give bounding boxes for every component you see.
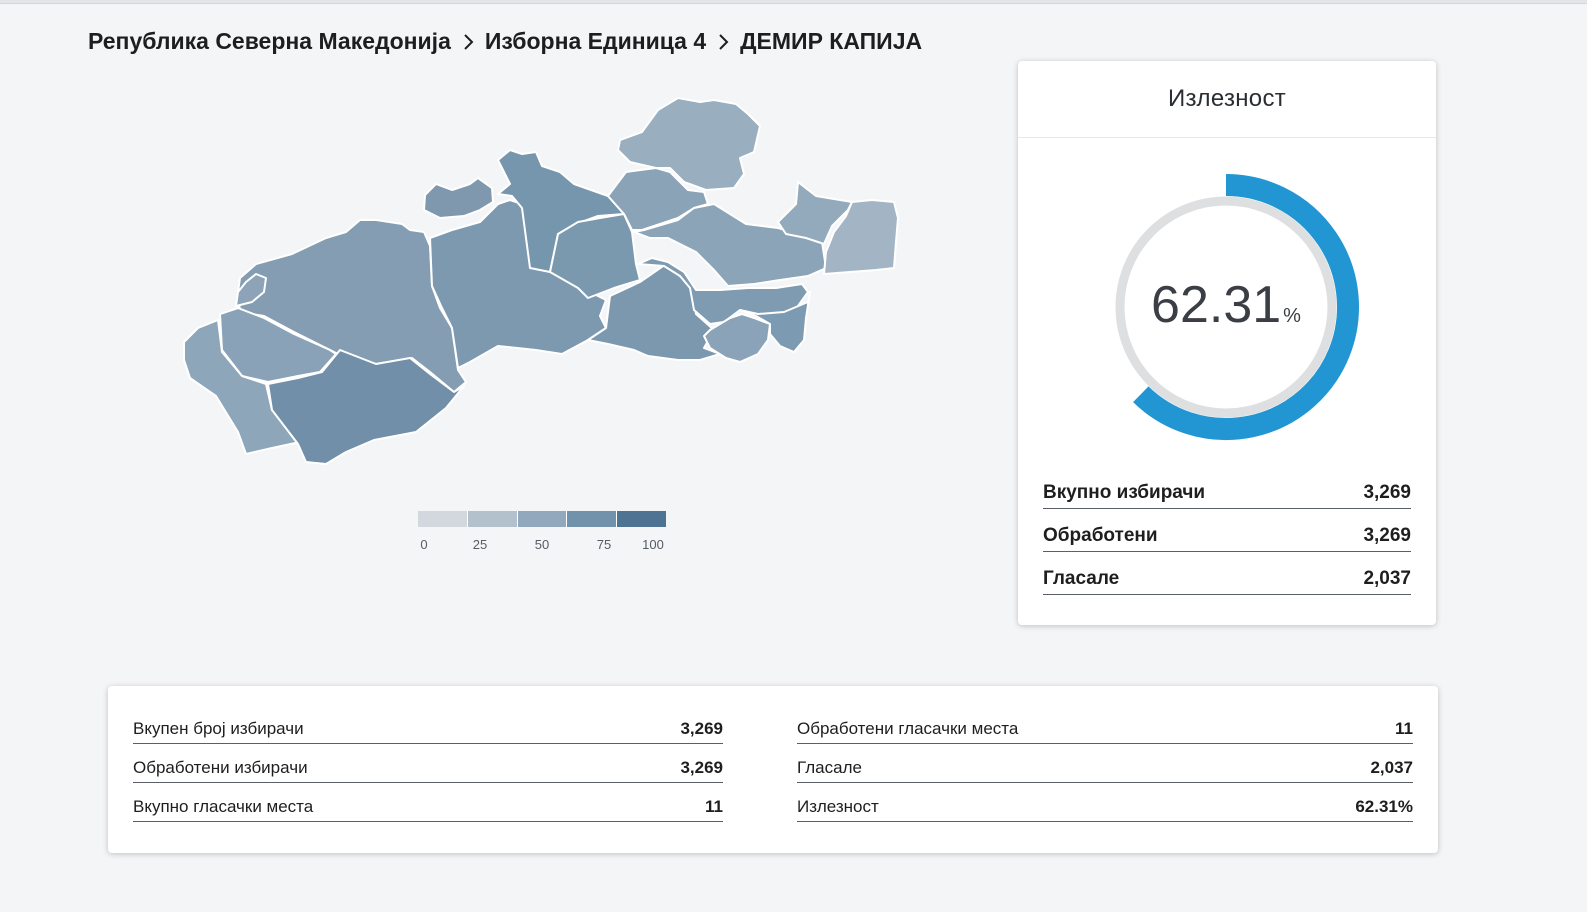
turnout-stats: Вкупно избирачи 3,269 Обработени 3,269 Г…	[1043, 477, 1411, 595]
summary-value: 3,269	[680, 719, 723, 738]
summary-label: Гласале	[797, 758, 862, 777]
legend-tick-label: 0	[420, 537, 428, 552]
summary-label: Обработени избирачи	[133, 758, 308, 777]
summary-row: Обработени гласачки места 11	[797, 714, 1413, 744]
summary-label: Вкупен број избирачи	[133, 719, 304, 738]
turnout-percent-sign: %	[1283, 305, 1301, 327]
legend-segment	[467, 511, 518, 527]
map-region-nw-small[interactable]	[423, 177, 494, 219]
summary-value: 11	[1395, 719, 1413, 738]
legend-ticks: 0 25 50 75 100	[418, 537, 666, 557]
breadcrumb-current: ДЕМИР КАПИЈА	[740, 28, 923, 54]
legend-segment	[517, 511, 568, 527]
stat-value: 2,037	[1363, 568, 1411, 589]
turnout-percent-number: 62.31	[1151, 276, 1282, 334]
stat-value: 3,269	[1363, 482, 1411, 503]
summary-left-column: Вкупен број избирачи 3,269 Обработени из…	[133, 714, 723, 822]
summary-row: Гласале 2,037	[797, 744, 1413, 783]
legend-color-scale	[418, 511, 666, 527]
legend-tick-label: 75	[596, 537, 612, 552]
turnout-card-title: Излезност	[1018, 61, 1436, 138]
summary-row: Вкупен број избирачи 3,269	[133, 714, 723, 744]
breadcrumb-country-link[interactable]: Република Северна Македонија	[88, 28, 451, 55]
stat-row-voted: Гласале 2,037	[1043, 552, 1411, 595]
summary-right-column: Обработени гласачки места 11 Гласале 2,0…	[797, 714, 1413, 822]
summary-value: 2,037	[1370, 758, 1413, 777]
turnout-card: Излезност 62.31% Вкупно избирачи 3,269 О…	[1018, 61, 1436, 625]
summary-row: Излезност 62.31%	[797, 783, 1413, 822]
legend-tick-label: 100	[642, 537, 664, 552]
legend-segment	[567, 511, 618, 527]
stat-row-total-voters: Вкупно избирачи 3,269	[1043, 477, 1411, 509]
breadcrumb: Република Северна Македонија Изборна Еди…	[88, 28, 922, 55]
stat-label: Гласале	[1043, 568, 1120, 589]
summary-label: Вкупно гласачки места	[133, 797, 314, 816]
legend-tick-label: 25	[472, 537, 488, 552]
stat-label: Обработени	[1043, 525, 1158, 546]
summary-label: Обработени гласачки места	[797, 719, 1019, 738]
stat-label: Вкупно избирачи	[1043, 482, 1206, 503]
summary-value: 62.31%	[1355, 797, 1413, 816]
legend-segment	[418, 511, 468, 527]
summary-row: Вкупно гласачки места 11	[133, 783, 723, 822]
summary-card: Вкупен број избирачи 3,269 Обработени из…	[108, 686, 1438, 853]
summary-value: 3,269	[680, 758, 723, 777]
stat-value: 3,269	[1363, 525, 1411, 546]
map-legend: 0 25 50 75 100	[418, 511, 668, 555]
summary-label: Излезност	[797, 797, 879, 816]
browser-top-edge	[0, 0, 1587, 4]
turnout-gauge: 62.31%	[1113, 171, 1363, 443]
legend-segment	[617, 511, 666, 527]
summary-row: Обработени избирачи 3,269	[133, 744, 723, 783]
chevron-right-icon	[461, 32, 475, 52]
turnout-percent: 62.31%	[1113, 275, 1339, 335]
breadcrumb-unit-link[interactable]: Изборна Единица 4	[485, 28, 706, 55]
chevron-right-icon	[716, 32, 730, 52]
stat-row-processed: Обработени 3,269	[1043, 509, 1411, 552]
legend-tick-label: 50	[534, 537, 550, 552]
summary-value: 11	[705, 797, 723, 816]
municipality-map	[180, 92, 900, 472]
